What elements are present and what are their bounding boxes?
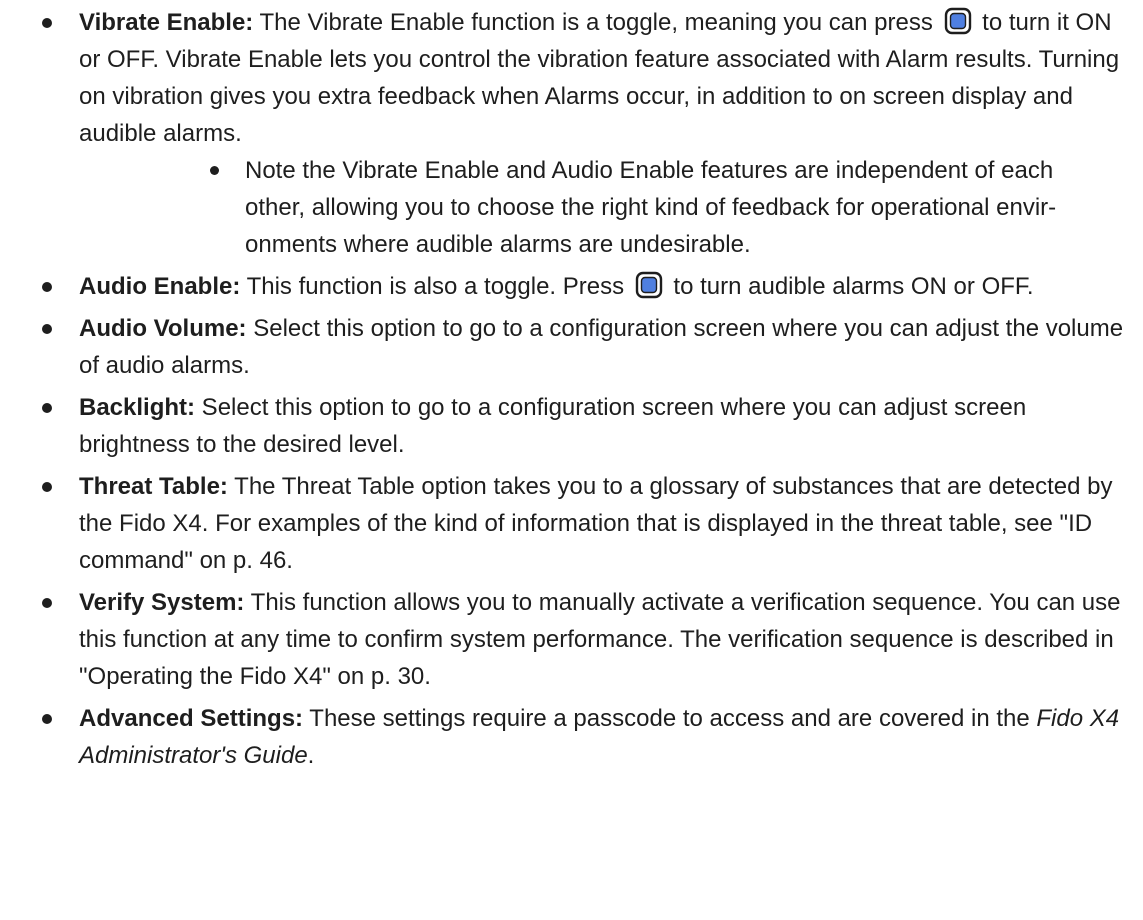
vibrate-enable-sub-list: Note the Vibrate Enable and Audio Enable…	[79, 152, 1126, 263]
term-advanced-settings: Advanced Settings:	[79, 705, 304, 732]
list-item-threat-table: Threat Table: The Threat Table option ta…	[36, 468, 1126, 579]
advanced-settings-text: These settings require a passcode to acc…	[303, 705, 1037, 732]
select-button-icon	[944, 7, 971, 35]
term-audio-volume: Audio Volume:	[79, 315, 247, 342]
advanced-settings-tail: .	[307, 742, 315, 769]
threat-table-text: The Threat Table option takes you to a g…	[79, 473, 1113, 574]
audio-enable-text-a: This function is also a toggle. Press	[240, 273, 631, 300]
audio-enable-text-b: to turn audible alarms ON or OFF.	[666, 273, 1034, 300]
settings-bullet-list: Vibrate Enable: The Vibrate Enable funct…	[36, 4, 1126, 779]
term-backlight: Backlight:	[79, 394, 196, 421]
term-audio-enable: Audio Enable:	[79, 273, 241, 300]
term-threat-table: Threat Table:	[79, 473, 228, 500]
list-item-audio-volume: Audio Volume: Select this option to go t…	[36, 310, 1126, 384]
term-vibrate-enable: Vibrate Enable:	[79, 9, 254, 36]
list-item-advanced-settings: Advanced Settings: These settings requir…	[36, 700, 1126, 774]
list-item-audio-enable: Audio Enable: This function is also a to…	[36, 268, 1126, 305]
backlight-text: Select this option to go to a configurat…	[79, 394, 1027, 458]
list-item-vibrate-enable: Vibrate Enable: The Vibrate Enable funct…	[36, 4, 1126, 263]
term-verify-system: Verify System:	[79, 589, 245, 616]
vibrate-enable-text-a: The Vibrate Enable function is a toggle,…	[253, 9, 940, 36]
sub-list-item-note: Note the Vibrate Enable and Audio Enable…	[79, 152, 1126, 263]
note-text: Note the Vibrate Enable and Audio Enable…	[245, 157, 1057, 258]
document-page: Vibrate Enable: The Vibrate Enable funct…	[0, 0, 1143, 920]
list-item-verify-system: Verify System: This function allows you …	[36, 584, 1126, 695]
select-button-icon	[635, 271, 662, 299]
list-item-backlight: Backlight: Select this option to go to a…	[36, 389, 1126, 463]
